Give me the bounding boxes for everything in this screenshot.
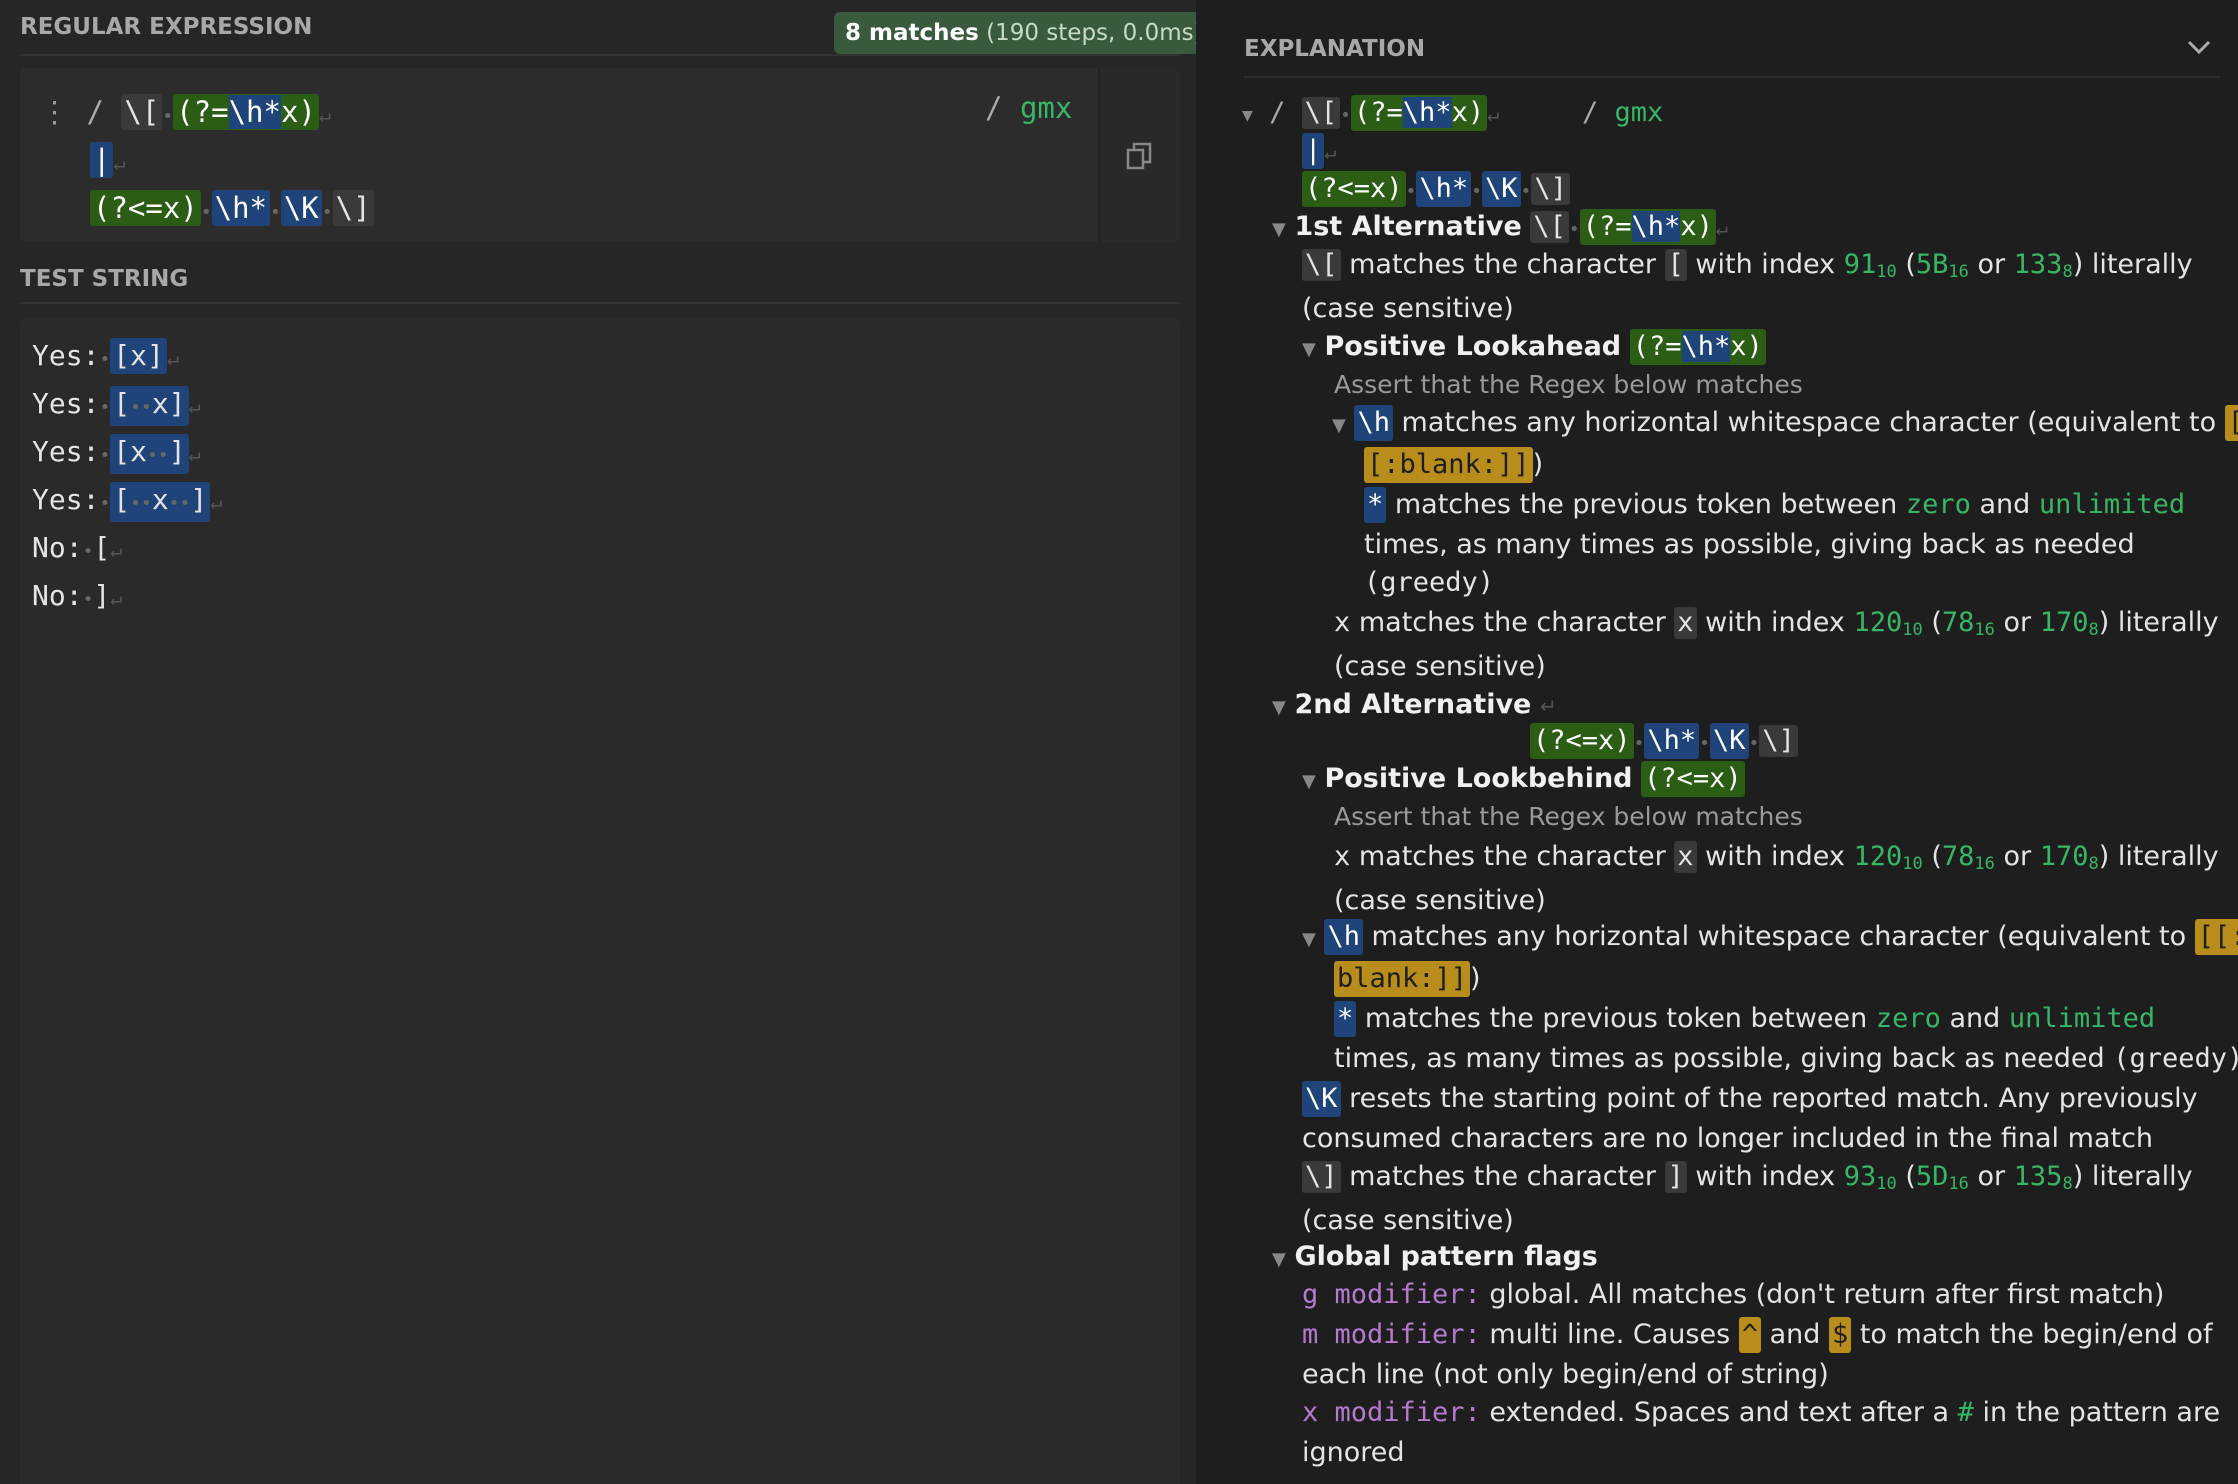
collapse-icon[interactable]: ▼ bbox=[1302, 771, 1316, 792]
test-line: Yes:• [x••] ↵ bbox=[32, 432, 201, 476]
explanation-panel: EXPLANATION ▼ / \[• (?=\h*x) ↵ / gmx | ↵ (?… bbox=[1196, 0, 2238, 1484]
collapse-icon[interactable]: ▼ bbox=[1272, 219, 1286, 240]
test-line: Yes:• [••x] ↵ bbox=[32, 384, 201, 428]
copy-icon[interactable] bbox=[1126, 142, 1152, 170]
chevron-down-icon[interactable] bbox=[2186, 38, 2212, 56]
test-line: Yes:• [••x••] ↵ bbox=[32, 480, 222, 524]
regex-flags[interactable]: gmx bbox=[1020, 91, 1072, 125]
explanation-header: EXPLANATION bbox=[1244, 36, 1426, 62]
test-string-editor[interactable]: Yes:• [x] ↵ Yes:• [••x] ↵ Yes:• [x••] ↵ Yes:•[… bbox=[20, 318, 1180, 1484]
match-info-badge: 8 matches (190 steps, 0.0ms) bbox=[834, 12, 1214, 54]
test-line: Yes:• [x] ↵ bbox=[32, 338, 179, 374]
regex-editor[interactable]: ⋮ / \[• (?=\h*x) ↵ / gmx | ↵ (?<=x) • \h* • \K •… bbox=[20, 68, 1180, 242]
regex-panel: REGULAR EXPRESSION 8 matches (190 steps,… bbox=[0, 0, 1214, 1484]
drag-handle-icon[interactable]: ⋮ bbox=[40, 95, 69, 129]
collapse-icon[interactable]: ▼ bbox=[1302, 929, 1316, 950]
test-line: No:•]↵ bbox=[32, 579, 123, 612]
collapse-icon[interactable]: ▼ bbox=[1332, 415, 1346, 436]
test-header: TEST STRING bbox=[20, 266, 189, 292]
collapse-icon[interactable]: ▼ bbox=[1272, 697, 1286, 718]
regex-header: REGULAR EXPRESSION bbox=[20, 14, 313, 40]
collapse-icon[interactable]: ▼ bbox=[1302, 339, 1316, 360]
test-line: No:•[↵ bbox=[32, 531, 123, 564]
collapse-icon[interactable]: ▼ bbox=[1272, 1249, 1286, 1270]
